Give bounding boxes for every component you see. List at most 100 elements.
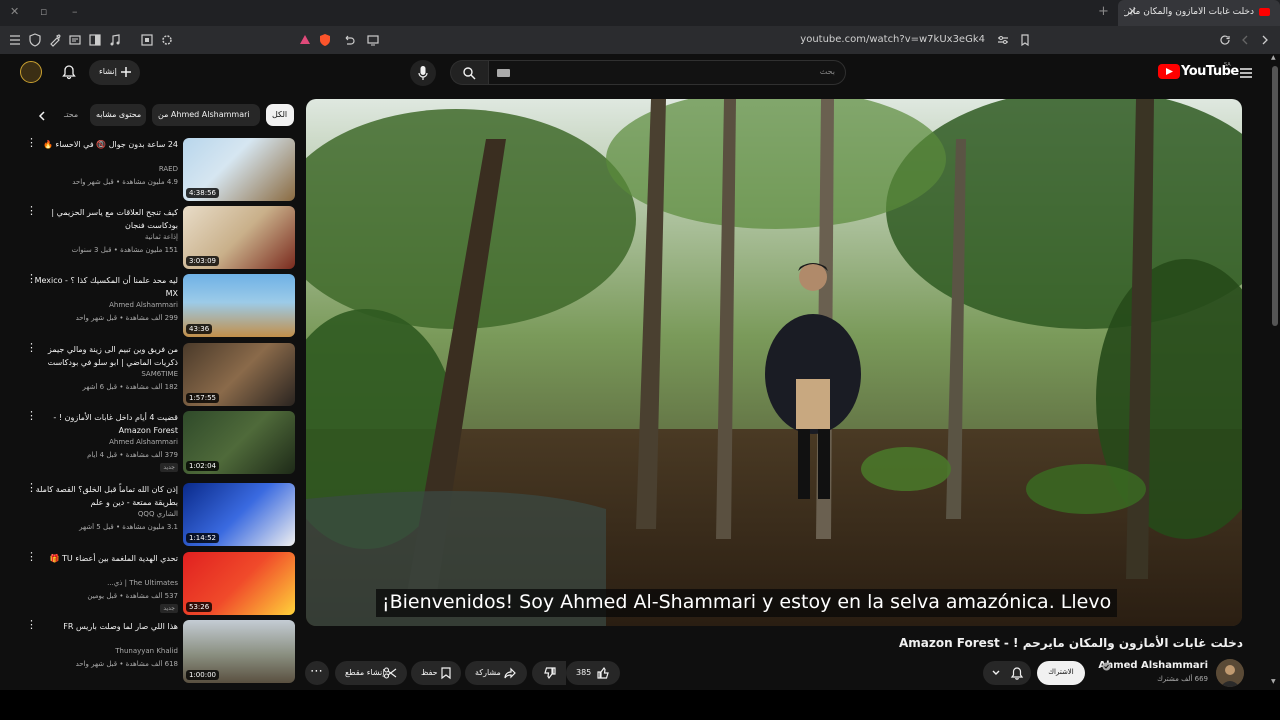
rec-thumbnail[interactable]: 3:03:09 — [183, 206, 295, 269]
scroll-down-icon[interactable]: ▼ — [1271, 678, 1276, 685]
search-button[interactable] — [450, 60, 489, 85]
list-item[interactable]: ⋮ كيف تنجح العلاقات مع ياسر الحزيمي | بو… — [20, 205, 296, 270]
rec-channel[interactable]: RAED — [28, 165, 178, 173]
rec-thumbnail[interactable]: 1:14:52 — [183, 483, 295, 546]
browser-tab-bar: ✕ ▫ – + ✕ دخلت غابات الأمازون والمكان ما… — [0, 0, 1280, 26]
settings-icon[interactable] — [160, 33, 174, 47]
voice-search-button[interactable] — [410, 60, 436, 86]
dislike-button[interactable] — [532, 661, 566, 685]
site-settings-icon[interactable] — [996, 33, 1010, 47]
rec-channel[interactable]: إذاعة ثمانية — [28, 233, 178, 241]
brave-rewards-icon[interactable] — [298, 33, 312, 47]
forward-icon[interactable] — [1258, 33, 1272, 47]
undo-icon[interactable] — [342, 33, 356, 47]
hamburger-menu-icon[interactable] — [1239, 66, 1253, 80]
create-button[interactable]: إنشاء — [89, 60, 140, 85]
more-actions-button[interactable]: ⋯ — [305, 661, 329, 685]
rec-meta: 4.9 مليون مشاهدة • قبل شهر واحد — [72, 178, 178, 186]
rec-thumbnail[interactable]: 1:57:55 — [183, 343, 295, 406]
save-button[interactable]: حفظ — [411, 661, 461, 685]
bell-icon — [1010, 667, 1024, 680]
new-badge: جديد — [160, 463, 178, 472]
scrollbar-thumb[interactable] — [1272, 66, 1278, 326]
rec-title[interactable]: تحدي الهدية الملغمة بين أعضاء TU 🎁 — [28, 552, 178, 565]
rec-thumbnail[interactable]: 1:02:04 — [183, 411, 295, 474]
rec-duration: 1:00:00 — [186, 670, 219, 680]
rec-thumbnail[interactable]: 4:38:56 — [183, 138, 295, 201]
reload-icon[interactable] — [1218, 33, 1232, 47]
rec-title[interactable]: من فريق وين تبيم الى زينة ومالي جيمز ذكر… — [28, 343, 178, 369]
browser-toolbar: youtube.com/watch?v=w7kUx3eGk4 — [0, 26, 1280, 54]
rec-title[interactable]: هذا اللي صار لما وصلت باريس FR — [28, 620, 178, 633]
browser-tab[interactable]: ✕ دخلت غابات الأمازون والمكان مايرح... — [1118, 0, 1280, 26]
back-icon[interactable] — [1238, 33, 1252, 47]
rec-title[interactable]: إذن كان الله تماماً قبل الخلق؟ القصة كام… — [28, 483, 178, 509]
rec-title[interactable]: قضيت 4 أيام داخل غابات الأمازون ! - Amaz… — [28, 411, 178, 437]
rec-title[interactable]: ليه محد علمنا أن المكسيك كذا ؟ - Mexico … — [28, 274, 178, 300]
page-scrollbar[interactable]: ▲ ▼ — [1270, 54, 1280, 690]
reader-icon[interactable] — [68, 33, 82, 47]
rec-title[interactable]: كيف تنجح العلاقات مع ياسر الحزيمي | بودك… — [28, 206, 178, 232]
rec-thumbnail[interactable]: 43:36 — [183, 274, 295, 337]
screenshot-icon[interactable] — [140, 33, 154, 47]
rec-channel[interactable]: SAM6TIME — [28, 370, 178, 378]
window-maximize-icon[interactable]: ▫ — [40, 5, 47, 18]
youtube-logo-icon[interactable] — [1158, 64, 1180, 79]
notification-settings-button[interactable] — [983, 661, 1031, 685]
notifications-bell-icon[interactable] — [61, 64, 77, 80]
list-item[interactable]: ⋮ 24 ساعة بدون جوال 📵 في الاحساء 🔥 RAED … — [20, 137, 296, 202]
window-minimize-icon[interactable]: – — [72, 5, 78, 18]
rec-thumbnail[interactable]: 1:00:00 — [183, 620, 295, 683]
account-avatar[interactable] — [20, 61, 42, 83]
new-tab-button[interactable]: + — [1098, 4, 1109, 19]
rec-channel[interactable]: الشاري QQQ — [28, 510, 178, 518]
create-label: إنشاء — [99, 67, 117, 76]
like-count[interactable]: 385 — [576, 668, 591, 677]
video-player[interactable] — [306, 99, 1242, 626]
rec-channel[interactable]: Thunayyan Khalid — [28, 647, 178, 655]
channel-name[interactable]: Ahmed Alshammari — [1098, 660, 1208, 671]
youtube-favicon-icon — [1259, 8, 1270, 16]
chip-related[interactable]: محتوى مشابه — [90, 104, 146, 126]
subscribe-button[interactable]: الاشتراك — [1037, 661, 1085, 685]
like-icon[interactable] — [596, 666, 610, 680]
scroll-up-icon[interactable]: ▲ — [1271, 54, 1276, 61]
shield-icon[interactable] — [28, 33, 42, 47]
menu-icon[interactable] — [8, 33, 22, 47]
list-item[interactable]: ⋮ هذا اللي صار لما وصلت باريس FR Thunayy… — [20, 619, 296, 684]
list-item[interactable]: ⋮ ليه محد علمنا أن المكسيك كذا ؟ - Mexic… — [20, 273, 296, 338]
keyboard-icon[interactable] — [497, 69, 510, 77]
clip-button[interactable]: إنشاء مقطع — [335, 661, 407, 685]
search-input[interactable]: بحث — [488, 60, 846, 85]
video-caption: ¡Bienvenidos! Soy Ahmed Al-Shammari y es… — [376, 589, 1118, 617]
tab-title: دخلت غابات الأمازون والمكان مايرح... — [1124, 7, 1254, 17]
share-button[interactable]: مشاركة — [465, 661, 527, 685]
cast-icon[interactable] — [366, 33, 380, 47]
sidebar-icon[interactable] — [88, 33, 102, 47]
chip-all[interactable]: الكل — [266, 104, 294, 126]
country-code: SA — [1224, 62, 1231, 68]
clip-label: إنشاء مقطع — [345, 668, 385, 677]
url-text[interactable]: youtube.com/watch?v=w7kUx3eGk4 — [800, 34, 985, 45]
extension-icon[interactable] — [48, 33, 62, 47]
rec-channel[interactable]: The Ultimates | ذي... — [28, 579, 178, 587]
channel-avatar[interactable] — [1216, 659, 1244, 687]
chip-from-channel[interactable]: من Ahmed Alshammari — [152, 104, 260, 126]
music-icon[interactable] — [108, 33, 122, 47]
rec-thumbnail[interactable]: 53:26 — [183, 552, 295, 615]
share-label: مشاركة — [475, 668, 501, 677]
rec-title[interactable]: 24 ساعة بدون جوال 📵 في الاحساء 🔥 — [28, 138, 178, 151]
list-item[interactable]: ⋮ إذن كان الله تماماً قبل الخلق؟ القصة ك… — [20, 482, 296, 547]
brave-shield-icon[interactable] — [318, 33, 332, 47]
list-item[interactable]: ⋮ قضيت 4 أيام داخل غابات الأمازون ! - Am… — [20, 410, 296, 475]
list-item[interactable]: ⋮ من فريق وين تبيم الى زينة ومالي جيمز ذ… — [20, 342, 296, 407]
list-item[interactable]: ⋮ تحدي الهدية الملغمة بين أعضاء TU 🎁 The… — [20, 551, 296, 616]
rec-channel[interactable]: Ahmed Alshammari — [28, 438, 178, 446]
window-close-icon[interactable]: ✕ — [10, 5, 19, 18]
address-bar[interactable]: youtube.com/watch?v=w7kUx3eGk4 — [290, 29, 1040, 51]
chip-more[interactable]: محتـ — [60, 104, 84, 126]
bookmark-icon[interactable] — [1018, 33, 1032, 47]
dislike-icon — [544, 667, 556, 680]
subscriber-count: 669 ألف مشترك — [1157, 675, 1208, 683]
rec-channel[interactable]: Ahmed Alshammari — [28, 301, 178, 309]
